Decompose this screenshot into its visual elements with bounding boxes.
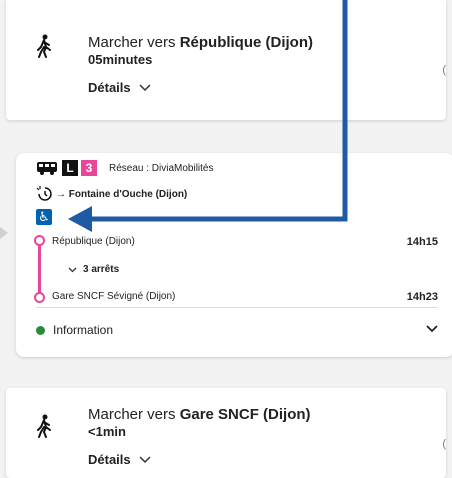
information-label: Information	[53, 323, 114, 337]
walk-step-card: Marcher vers Gare SNCF (Dijon) <1min Dét…	[6, 388, 446, 478]
wheelchair-icon: ♿	[36, 209, 52, 225]
chevron-down-icon	[139, 83, 151, 91]
schedule-clock-icon	[36, 186, 52, 201]
walk-duration: <1min	[88, 424, 126, 439]
details-toggle[interactable]: Détails	[88, 80, 151, 95]
stops-toggle[interactable]: 3 arrêts	[68, 264, 119, 275]
line-header: L 3 Réseau : DiviaMobilités	[36, 160, 214, 176]
chevron-down-icon	[68, 267, 77, 272]
chevron-down-icon	[139, 455, 151, 463]
line-badge-letter: L	[62, 160, 78, 176]
details-toggle[interactable]: Détails	[88, 452, 151, 467]
chevron-down-icon[interactable]	[426, 325, 438, 333]
walk-duration: 05minutes	[88, 52, 153, 67]
walk-destination: République (Dijon)	[179, 34, 314, 51]
stops-count: 3 arrêts	[83, 264, 120, 275]
details-label: Détails	[88, 452, 131, 467]
line-badge-number: 3	[81, 160, 97, 176]
walk-step-card: Marcher vers République (Dijon) 05minute…	[6, 0, 446, 120]
details-label: Détails	[88, 80, 131, 95]
info-icon	[36, 325, 45, 335]
direction-label: → Fontaine d'Ouche (Dijon)	[56, 188, 188, 200]
side-tab-arrow	[0, 227, 8, 239]
pedestrian-icon	[37, 34, 51, 58]
information-toggle[interactable]: Information	[36, 323, 113, 337]
bus-icon	[37, 162, 57, 175]
network-label: Réseau : DiviaMobilités	[109, 162, 214, 174]
origin-stop-dot	[34, 235, 45, 246]
origin-stop: République (Dijon)	[52, 236, 135, 247]
origin-time: 14h15	[406, 236, 438, 248]
pedestrian-icon	[37, 414, 51, 438]
walk-prefix: Marcher vers	[88, 406, 180, 423]
direction-row: → Fontaine d'Ouche (Dijon)	[36, 186, 187, 202]
clipped-text: (	[442, 64, 446, 76]
divider	[36, 307, 438, 308]
walk-step-title: Marcher vers Gare SNCF (Dijon)	[88, 406, 311, 423]
walk-step-title: Marcher vers République (Dijon)	[88, 34, 313, 51]
destination-stop: Gare SNCF Sévigné (Dijon)	[52, 291, 176, 302]
route-line	[38, 239, 41, 297]
destination-time: 14h23	[406, 291, 438, 303]
walk-prefix: Marcher vers	[88, 34, 180, 51]
walk-destination: Gare SNCF (Dijon)	[179, 406, 311, 423]
accessibility-row: ♿	[36, 209, 52, 225]
clipped-text: (	[442, 438, 446, 450]
destination-stop-dot	[34, 292, 45, 303]
transit-step-card: L 3 Réseau : DiviaMobilités → Fontaine d…	[16, 153, 452, 357]
